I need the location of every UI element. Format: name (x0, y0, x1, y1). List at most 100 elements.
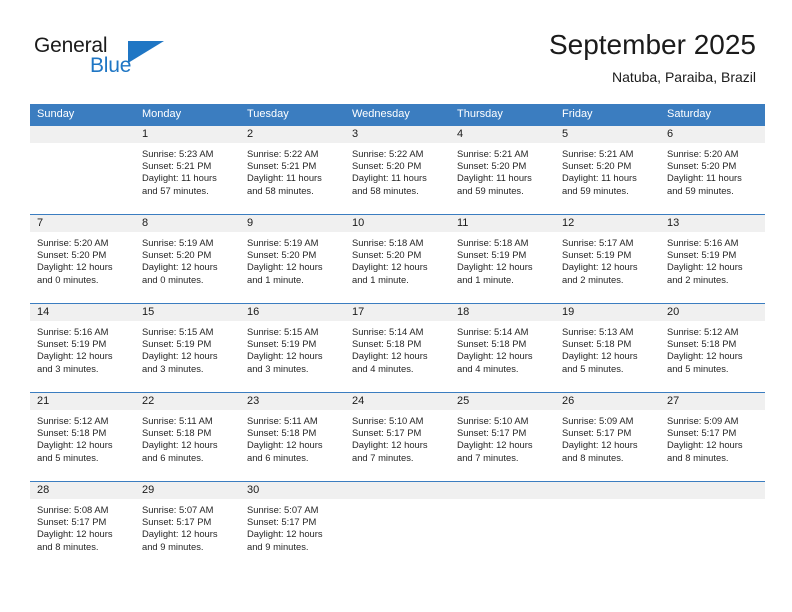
day-details (555, 500, 660, 504)
day-cell[interactable]: 25 Sunrise: 5:10 AM Sunset: 5:17 PM Dayl… (450, 393, 555, 481)
day-cell[interactable]: 3 Sunrise: 5:22 AM Sunset: 5:20 PM Dayli… (345, 126, 450, 214)
daylight-text-line1: Daylight: 12 hours (667, 439, 743, 451)
daylight-text-line2: and 3 minutes. (37, 362, 99, 374)
day-cell[interactable]: 4 Sunrise: 5:21 AM Sunset: 5:20 PM Dayli… (450, 126, 555, 214)
day-cell[interactable] (345, 482, 450, 572)
day-number-band: 10 (345, 215, 450, 233)
day-number: 21 (37, 395, 50, 407)
day-details (450, 500, 555, 504)
day-cell[interactable]: 20 Sunrise: 5:12 AM Sunset: 5:18 PM Dayl… (660, 304, 765, 392)
sunset-text: Sunset: 5:17 PM (247, 516, 317, 528)
day-cell[interactable]: 28 Sunrise: 5:08 AM Sunset: 5:17 PM Dayl… (30, 482, 135, 572)
day-cell[interactable]: 18 Sunrise: 5:14 AM Sunset: 5:18 PM Dayl… (450, 304, 555, 392)
sunset-text: Sunset: 5:20 PM (352, 160, 422, 172)
day-cell[interactable]: 29 Sunrise: 5:07 AM Sunset: 5:17 PM Dayl… (135, 482, 240, 572)
daylight-text-line2: and 6 minutes. (247, 451, 309, 463)
page-subtitle-location: Natuba, Paraiba, Brazil (612, 69, 756, 85)
daylight-text-line2: and 2 minutes. (667, 273, 729, 285)
sunset-text: Sunset: 5:19 PM (247, 338, 317, 350)
day-cell[interactable]: 7 Sunrise: 5:20 AM Sunset: 5:20 PM Dayli… (30, 215, 135, 303)
day-number-band: 16 (240, 304, 345, 322)
day-number-band (660, 482, 765, 500)
day-number-band: 15 (135, 304, 240, 322)
daylight-text-line2: and 6 minutes. (142, 451, 204, 463)
day-cell[interactable] (450, 482, 555, 572)
daylight-text-line2: and 8 minutes. (562, 451, 624, 463)
weekday-header-saturday: Saturday (667, 108, 712, 120)
day-cell[interactable]: 6 Sunrise: 5:20 AM Sunset: 5:20 PM Dayli… (660, 126, 765, 214)
day-number-band: 24 (345, 393, 450, 411)
day-number-band: 12 (555, 215, 660, 233)
day-details: Sunrise: 5:15 AM Sunset: 5:19 PM Dayligh… (240, 322, 345, 375)
day-cell[interactable]: 15 Sunrise: 5:15 AM Sunset: 5:19 PM Dayl… (135, 304, 240, 392)
daylight-text-line2: and 2 minutes. (562, 273, 624, 285)
week-row: 21 Sunrise: 5:12 AM Sunset: 5:18 PM Dayl… (30, 392, 765, 481)
day-cell[interactable]: 24 Sunrise: 5:10 AM Sunset: 5:17 PM Dayl… (345, 393, 450, 481)
sunrise-text: Sunrise: 5:08 AM (37, 504, 109, 515)
daylight-text-line1: Daylight: 11 hours (667, 172, 742, 184)
day-cell[interactable]: 5 Sunrise: 5:21 AM Sunset: 5:20 PM Dayli… (555, 126, 660, 214)
daylight-text-line1: Daylight: 12 hours (562, 350, 638, 362)
daylight-text-line2: and 4 minutes. (457, 362, 519, 374)
day-cell[interactable]: 1 Sunrise: 5:23 AM Sunset: 5:21 PM Dayli… (135, 126, 240, 214)
day-number-band: 29 (135, 482, 240, 500)
day-cell[interactable]: 8 Sunrise: 5:19 AM Sunset: 5:20 PM Dayli… (135, 215, 240, 303)
day-number: 9 (247, 217, 254, 229)
daylight-text-line2: and 8 minutes. (667, 451, 729, 463)
day-cell[interactable]: 21 Sunrise: 5:12 AM Sunset: 5:18 PM Dayl… (30, 393, 135, 481)
day-number: 18 (457, 306, 470, 318)
day-cell[interactable] (555, 482, 660, 572)
day-cell[interactable]: 12 Sunrise: 5:17 AM Sunset: 5:19 PM Dayl… (555, 215, 660, 303)
day-cell[interactable]: 30 Sunrise: 5:07 AM Sunset: 5:17 PM Dayl… (240, 482, 345, 572)
daylight-text-line1: Daylight: 12 hours (667, 261, 743, 273)
day-cell[interactable]: 23 Sunrise: 5:11 AM Sunset: 5:18 PM Dayl… (240, 393, 345, 481)
general-blue-logo[interactable]: General Blue (34, 34, 224, 84)
daylight-text-line2: and 7 minutes. (457, 451, 519, 463)
day-cell[interactable]: 27 Sunrise: 5:09 AM Sunset: 5:17 PM Dayl… (660, 393, 765, 481)
day-number: 11 (457, 217, 469, 229)
sunrise-text: Sunrise: 5:20 AM (667, 148, 739, 159)
day-cell[interactable] (30, 126, 135, 214)
daylight-text-line2: and 9 minutes. (247, 540, 309, 552)
sunset-text: Sunset: 5:17 PM (142, 516, 212, 528)
daylight-text-line2: and 8 minutes. (37, 540, 99, 552)
page-header: General Blue September 2025 Natuba, Para… (0, 0, 792, 98)
day-details: Sunrise: 5:12 AM Sunset: 5:18 PM Dayligh… (660, 322, 765, 375)
daylight-text-line1: Daylight: 12 hours (142, 528, 218, 540)
day-cell[interactable]: 19 Sunrise: 5:13 AM Sunset: 5:18 PM Dayl… (555, 304, 660, 392)
sunrise-text: Sunrise: 5:12 AM (37, 415, 109, 426)
day-cell[interactable]: 11 Sunrise: 5:18 AM Sunset: 5:19 PM Dayl… (450, 215, 555, 303)
daylight-text-line1: Daylight: 12 hours (457, 350, 533, 362)
sunrise-text: Sunrise: 5:18 AM (457, 237, 529, 248)
day-number-band: 21 (30, 393, 135, 411)
day-number-band: 8 (135, 215, 240, 233)
day-cell[interactable]: 10 Sunrise: 5:18 AM Sunset: 5:20 PM Dayl… (345, 215, 450, 303)
day-number-band (555, 482, 660, 500)
day-number-band: 28 (30, 482, 135, 500)
daylight-text-line2: and 3 minutes. (247, 362, 309, 374)
sunrise-text: Sunrise: 5:14 AM (352, 326, 424, 337)
sunrise-text: Sunrise: 5:09 AM (667, 415, 739, 426)
day-cell[interactable]: 9 Sunrise: 5:19 AM Sunset: 5:20 PM Dayli… (240, 215, 345, 303)
daylight-text-line1: Daylight: 12 hours (247, 439, 323, 451)
day-cell[interactable]: 14 Sunrise: 5:16 AM Sunset: 5:19 PM Dayl… (30, 304, 135, 392)
day-cell[interactable]: 16 Sunrise: 5:15 AM Sunset: 5:19 PM Dayl… (240, 304, 345, 392)
sunset-text: Sunset: 5:19 PM (37, 338, 107, 350)
day-number: 17 (352, 306, 365, 318)
day-cell[interactable]: 2 Sunrise: 5:22 AM Sunset: 5:21 PM Dayli… (240, 126, 345, 214)
sunset-text: Sunset: 5:17 PM (667, 427, 737, 439)
day-details: Sunrise: 5:15 AM Sunset: 5:19 PM Dayligh… (135, 322, 240, 375)
day-cell[interactable]: 26 Sunrise: 5:09 AM Sunset: 5:17 PM Dayl… (555, 393, 660, 481)
day-cell[interactable]: 13 Sunrise: 5:16 AM Sunset: 5:19 PM Dayl… (660, 215, 765, 303)
daylight-text-line2: and 59 minutes. (457, 184, 524, 196)
day-details: Sunrise: 5:19 AM Sunset: 5:20 PM Dayligh… (135, 233, 240, 286)
daylight-text-line2: and 5 minutes. (562, 362, 624, 374)
sunrise-text: Sunrise: 5:07 AM (247, 504, 319, 515)
weekday-header-sunday: Sunday (37, 108, 75, 120)
day-cell[interactable] (660, 482, 765, 572)
day-cell[interactable]: 17 Sunrise: 5:14 AM Sunset: 5:18 PM Dayl… (345, 304, 450, 392)
day-details: Sunrise: 5:21 AM Sunset: 5:20 PM Dayligh… (450, 144, 555, 197)
day-number: 20 (667, 306, 680, 318)
sunset-text: Sunset: 5:20 PM (562, 160, 632, 172)
day-cell[interactable]: 22 Sunrise: 5:11 AM Sunset: 5:18 PM Dayl… (135, 393, 240, 481)
